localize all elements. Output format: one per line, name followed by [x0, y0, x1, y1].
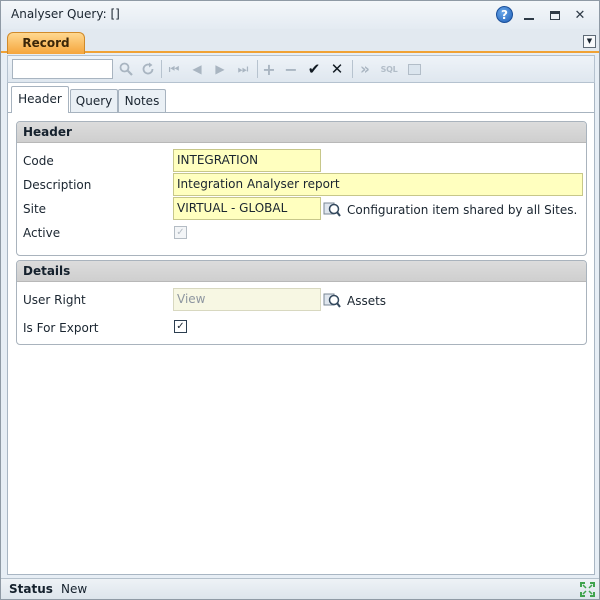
maximize-icon[interactable] — [546, 6, 564, 24]
record-tab-strip: Record ▼ — [1, 29, 599, 54]
help-symbol: ? — [501, 7, 508, 22]
previous-record-icon[interactable]: ◀ — [187, 59, 207, 79]
search-input[interactable] — [12, 59, 113, 79]
details-section: Details User Right View Assets Is For Ex… — [16, 260, 587, 345]
grid-box — [407, 63, 421, 75]
code-field[interactable]: INTEGRATION — [173, 149, 321, 172]
record-content: Header Query Notes Header Code INTEGRATI… — [7, 83, 595, 575]
status-bar: Status New — [1, 578, 599, 599]
toolbar-separator — [161, 60, 162, 78]
active-checkbox[interactable]: ✓ — [174, 226, 187, 239]
is-for-export-checkbox[interactable]: ✓ — [174, 320, 187, 333]
header-section-title: Header — [17, 122, 586, 143]
tabs-divider — [8, 112, 594, 113]
sql-button[interactable]: SQL — [379, 59, 399, 79]
refresh-icon[interactable] — [138, 59, 158, 79]
record-toolbar: ⏮ ◀ ▶ ⏭ + − ✔ ✕ » SQL — [7, 55, 595, 83]
site-note: Configuration item shared by all Sites. — [347, 203, 578, 217]
add-icon[interactable]: + — [259, 59, 279, 79]
code-label: Code — [23, 154, 54, 168]
tab-notes[interactable]: Notes — [118, 89, 166, 113]
resize-icon[interactable] — [579, 581, 596, 598]
details-section-title: Details — [17, 261, 586, 282]
description-field[interactable]: Integration Analyser report — [173, 173, 583, 196]
header-section: Header Code INTEGRATION Description Inte… — [16, 121, 587, 256]
site-label: Site — [23, 202, 47, 216]
lookup-icon[interactable] — [323, 291, 341, 309]
sql-label: SQL — [380, 64, 398, 74]
last-record-icon[interactable]: ⏭ — [233, 59, 253, 79]
close-icon[interactable]: ✕ — [571, 6, 589, 24]
user-right-label: User Right — [23, 293, 86, 307]
title-bar: Analyser Query: [] ? ✕ — [1, 1, 599, 29]
maximize-glyph — [550, 10, 560, 20]
description-label: Description — [23, 178, 92, 192]
toolbar-separator — [352, 60, 353, 78]
tab-query[interactable]: Query — [70, 89, 118, 113]
is-for-export-label: Is For Export — [23, 321, 99, 335]
forward-icon[interactable]: » — [355, 59, 375, 79]
minimize-icon[interactable] — [520, 6, 538, 24]
remove-icon[interactable]: − — [281, 59, 301, 79]
help-icon[interactable]: ? — [496, 6, 513, 23]
lookup-icon[interactable] — [323, 200, 341, 218]
grid-view-icon[interactable] — [404, 59, 424, 79]
status-label: Status — [9, 582, 53, 596]
confirm-icon[interactable]: ✔ — [304, 59, 324, 79]
next-record-icon[interactable]: ▶ — [210, 59, 230, 79]
user-right-note: Assets — [347, 294, 387, 308]
tab-record[interactable]: Record — [7, 32, 85, 54]
toolbar-separator — [257, 60, 258, 78]
minimize-glyph — [524, 18, 534, 20]
chevron-down-icon[interactable]: ▼ — [583, 35, 596, 48]
tab-header[interactable]: Header — [11, 86, 69, 113]
cancel-icon[interactable]: ✕ — [327, 59, 347, 79]
close-symbol: ✕ — [574, 7, 586, 23]
first-record-icon[interactable]: ⏮ — [164, 59, 184, 79]
analyser-query-window: Analyser Query: [] ? ✕ Record ▼ ⏮ ◀ ▶ ⏭ … — [0, 0, 600, 600]
active-label: Active — [23, 226, 61, 240]
user-right-field[interactable]: View — [173, 288, 321, 311]
search-icon[interactable] — [116, 59, 136, 79]
status-value: New — [61, 582, 88, 596]
site-field[interactable]: VIRTUAL - GLOBAL — [173, 197, 321, 220]
sub-tabs: Header Query Notes — [8, 83, 594, 113]
window-title: Analyser Query: [] — [11, 7, 120, 21]
